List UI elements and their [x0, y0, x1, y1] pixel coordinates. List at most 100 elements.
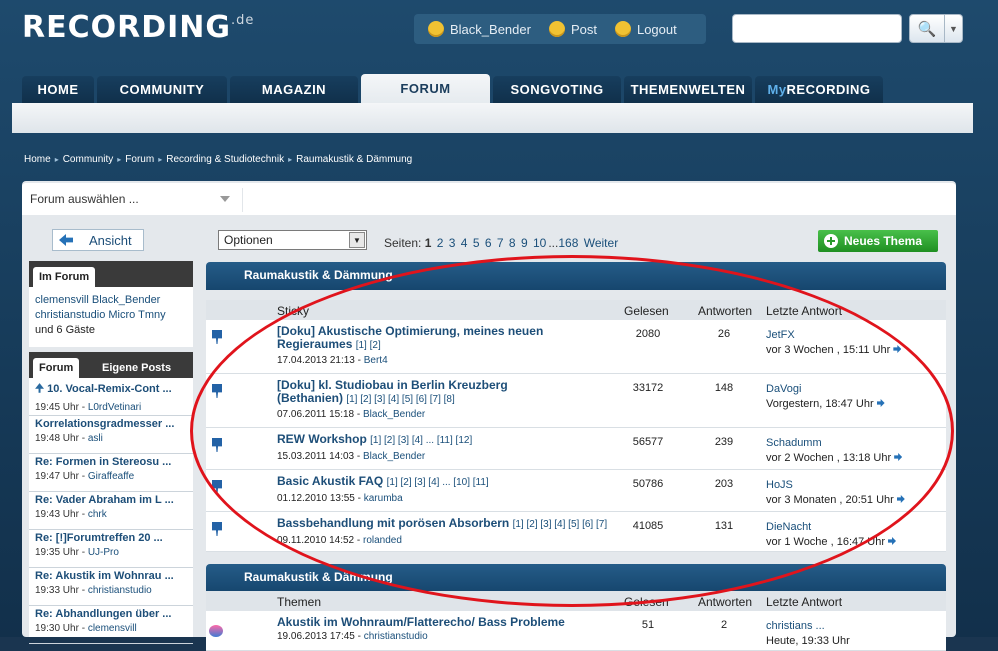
online-user[interactable]: Black_Bender [92, 294, 161, 306]
tab-home[interactable]: HOME [22, 76, 94, 103]
pin-icon [212, 330, 222, 344]
last-poster[interactable]: DieNacht [766, 521, 811, 533]
page-link[interactable]: 10 [533, 236, 546, 250]
go-to-post-icon[interactable] [888, 537, 897, 545]
last-poster[interactable]: DaVogi [766, 383, 801, 395]
thread-title[interactable]: Bassbehandlung mit porösen Absorbern [277, 516, 509, 530]
forum-select[interactable]: Forum auswählen ... [30, 192, 139, 206]
im-forum-title: Im Forum [33, 267, 96, 287]
recent-post-item[interactable]: Re: Abhandlungen über ... 19:30 Uhr - cle… [29, 606, 193, 644]
breadcrumb-recording[interactable]: Recording & Studiotechnik [166, 154, 284, 165]
thread-pages[interactable]: [1] [2] [3] [4] ... [10] [11] [387, 477, 489, 488]
post-link[interactable]: Post [548, 21, 597, 37]
last-poster[interactable]: JetFX [766, 329, 795, 341]
answer-count: 26 [717, 328, 731, 340]
page-link[interactable]: 9 [521, 236, 528, 250]
thread-author[interactable]: Black_Bender [363, 451, 425, 462]
section-header: Raumakustik & Dämmung [206, 564, 946, 592]
back-view-button[interactable]: Ansicht [52, 229, 144, 251]
thread-pages[interactable]: [1] [2] [3] [4] [5] [6] [7] [8] [346, 394, 454, 405]
divider [242, 188, 243, 212]
answer-count: 131 [714, 520, 734, 532]
chevron-right-icon: ▸ [158, 155, 163, 164]
thread-title[interactable]: [Doku] Akustische Optimierung, meines ne… [277, 324, 543, 351]
page-link[interactable]: 8 [509, 236, 516, 250]
table-row: [Doku] Akustische Optimierung, meines ne… [206, 320, 946, 374]
search-icon: 🔍 [917, 20, 937, 38]
recent-post-item[interactable]: Re: Akustik im Wohnrau ... 19:33 Uhr - ch… [29, 568, 193, 606]
table-row: Bassbehandlung mit porösen Absorbern [1]… [206, 512, 946, 552]
table-row: [Doku] kl. Studiobau in Berlin Kreuzberg… [206, 374, 946, 428]
tab-myrecording[interactable]: My RECORDING [755, 76, 883, 103]
read-count: 56577 [632, 436, 664, 448]
recent-post-item[interactable]: 🠉 10. Vocal-Remix-Cont ... 19:45 Uhr - L0… [29, 378, 193, 416]
thread-author[interactable]: Black_Bender [363, 409, 425, 420]
user-icon [428, 21, 444, 37]
recent-post-item[interactable]: Korrelationsgradmesser ... 19:48 Uhr - as… [29, 416, 193, 454]
thread-author[interactable]: Bert4 [364, 355, 388, 366]
page-link[interactable]: 7 [497, 236, 504, 250]
read-count: 2080 [635, 328, 661, 340]
read-count: 41085 [632, 520, 664, 532]
search-button[interactable]: 🔍 [909, 14, 945, 43]
options-select[interactable]: Optionen ▼ [218, 230, 367, 250]
answer-count: 239 [714, 436, 734, 448]
thread-author[interactable]: karumba [364, 493, 403, 504]
thread-title[interactable]: REW Workshop [277, 432, 367, 446]
go-to-post-icon[interactable] [876, 399, 885, 407]
go-to-post-icon[interactable] [894, 453, 903, 461]
breadcrumb-home[interactable]: Home [24, 154, 51, 165]
page-link[interactable]: 4 [461, 236, 468, 250]
thread-pages[interactable]: [1] [2] [356, 340, 381, 351]
chevron-down-icon[interactable] [220, 196, 230, 202]
answer-count: 2 [720, 619, 728, 631]
pin-icon [212, 480, 222, 494]
im-forum-box: Im Forum clemensvill Black_Bender christ… [29, 261, 193, 347]
recent-post-item[interactable]: Re: Formen in Stereosu ... 19:47 Uhr - Gi… [29, 454, 193, 492]
online-user[interactable]: christianstudio [35, 309, 105, 321]
online-user[interactable]: Micro Tmny [108, 309, 165, 321]
last-poster[interactable]: HoJS [766, 479, 793, 491]
thread-title[interactable]: Akustik im Wohnraum/Flatterecho/ Bass Pr… [277, 615, 565, 629]
new-thread-button[interactable]: Neues Thema [818, 230, 938, 252]
chevron-right-icon: ▸ [288, 155, 293, 164]
go-to-post-icon[interactable] [893, 345, 902, 353]
search-options-dropdown[interactable]: ▼ [945, 14, 963, 43]
site-logo[interactable]: RECORDING.de [22, 10, 254, 45]
tab-songvoting[interactable]: SONGVOTING [493, 76, 621, 103]
page-link[interactable]: 2 [437, 236, 444, 250]
table-row: Akustik im Wohnraum/Flatterecho/ Bass Pr… [206, 611, 946, 651]
thread-pages[interactable]: [1] [2] [3] [4] [5] [6] [7] [513, 519, 608, 530]
recent-post-item[interactable]: Re: Vader Abraham im L ... 19:43 Uhr - ch… [29, 492, 193, 530]
last-poster[interactable]: Schadumm [766, 437, 822, 449]
last-page-link[interactable]: 168 [558, 236, 578, 250]
breadcrumb-community[interactable]: Community [63, 154, 114, 165]
page-link[interactable]: 5 [473, 236, 480, 250]
tab-own-posts[interactable]: Eigene Posts [96, 358, 177, 378]
tab-forum[interactable]: FORUM [361, 74, 490, 103]
go-to-post-icon[interactable] [896, 495, 905, 503]
tab-community[interactable]: COMMUNITY [97, 76, 227, 103]
user-link[interactable]: Black_Bender [428, 21, 531, 37]
breadcrumb-forum[interactable]: Forum [125, 154, 154, 165]
read-count: 33172 [632, 382, 664, 394]
user-bar: Black_Bender Post Logout [414, 14, 706, 44]
page-link[interactable]: 6 [485, 236, 492, 250]
last-poster[interactable]: christians ... [766, 620, 825, 632]
thread-author[interactable]: rolanded [363, 535, 402, 546]
search-input[interactable] [732, 14, 902, 43]
thread-pages[interactable]: [1] [2] [3] [4] ... [11] [12] [370, 435, 472, 446]
tab-forum-posts[interactable]: Forum [33, 358, 80, 378]
tab-magazin[interactable]: MAGAZIN [230, 76, 358, 103]
table-row: REW Workshop [1] [2] [3] [4] ... [11] [1… [206, 428, 946, 470]
tab-themenwelten[interactable]: THEMENWELTEN [624, 76, 752, 103]
page-link[interactable]: 3 [449, 236, 456, 250]
logout-link[interactable]: Logout [614, 21, 677, 37]
chevron-down-icon: ▼ [949, 23, 958, 34]
recent-post-item[interactable]: Re: [!]Forumtreffen 20 ... 19:35 Uhr - UJ… [29, 530, 193, 568]
logout-icon [614, 21, 631, 37]
next-page-link[interactable]: Weiter [584, 236, 618, 250]
online-user[interactable]: clemensvill [35, 294, 89, 306]
thread-title[interactable]: Basic Akustik FAQ [277, 474, 383, 488]
answer-count: 148 [714, 382, 734, 394]
